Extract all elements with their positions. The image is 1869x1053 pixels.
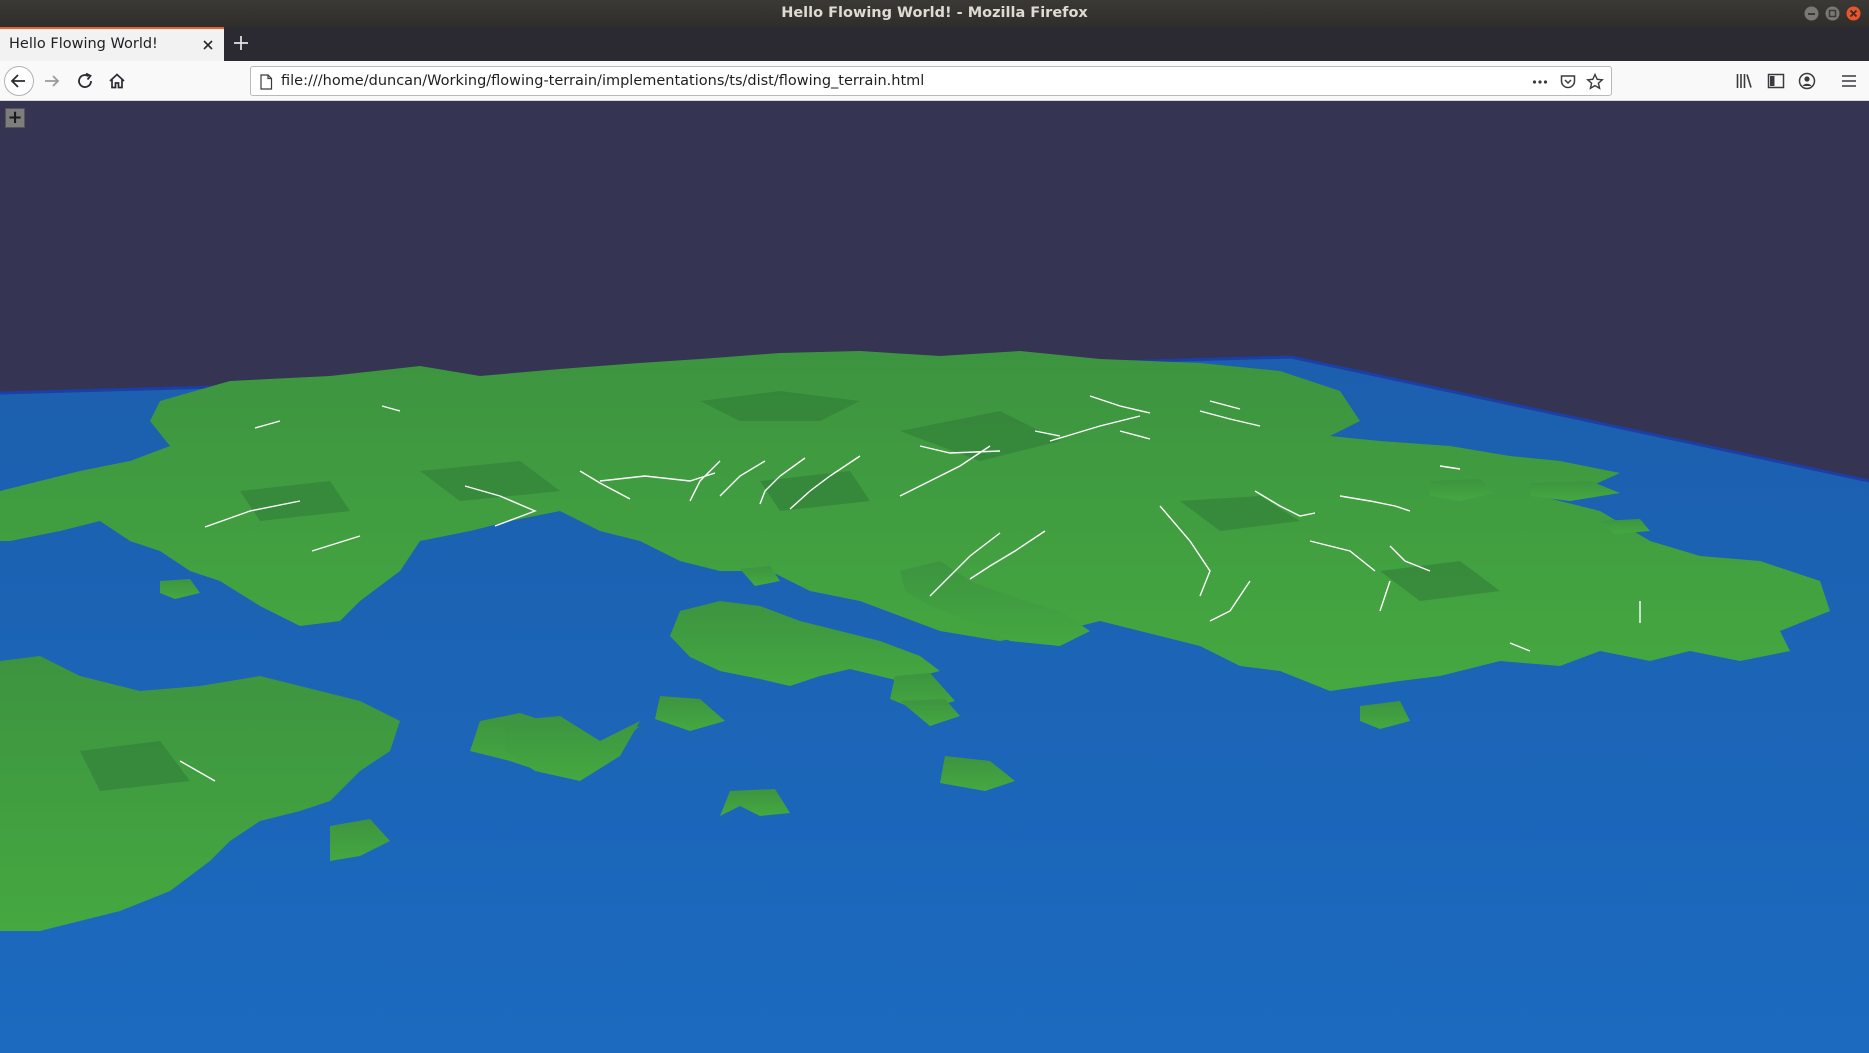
account-icon[interactable] — [1798, 72, 1816, 90]
back-button[interactable] — [4, 66, 34, 96]
gui-toggle-button[interactable]: + — [5, 108, 25, 128]
bookmark-star-icon[interactable] — [1586, 73, 1604, 91]
page-icon — [260, 74, 273, 90]
back-icon — [10, 74, 25, 88]
menu-icon[interactable] — [1840, 72, 1858, 90]
more-icon[interactable] — [1531, 73, 1549, 91]
window-title: Hello Flowing World! - Mozilla Firefox — [781, 5, 1088, 21]
forward-icon — [45, 75, 60, 87]
navigation-toolbar: file:///home/duncan/Working/flowing-terr… — [0, 61, 1869, 101]
home-icon — [109, 73, 125, 89]
home-button[interactable] — [105, 69, 129, 93]
minimize-icon[interactable] — [1804, 6, 1819, 21]
sidebar-icon[interactable] — [1767, 72, 1785, 90]
new-tab-plus-icon[interactable] — [232, 34, 250, 52]
tab-label: Hello Flowing World! — [9, 36, 158, 52]
terrain-scene[interactable] — [0, 101, 1869, 1053]
tab-hello-flowing-world[interactable]: Hello Flowing World! — [0, 27, 224, 61]
close-icon[interactable] — [1846, 6, 1861, 21]
page-content: + — [0, 101, 1869, 1053]
reload-button[interactable] — [73, 69, 97, 93]
library-icon[interactable] — [1735, 72, 1753, 90]
pocket-icon[interactable] — [1559, 73, 1577, 91]
reload-icon — [78, 72, 92, 88]
url-bar[interactable]: file:///home/duncan/Working/flowing-terr… — [250, 66, 1612, 96]
maximize-icon[interactable] — [1825, 6, 1840, 21]
url-text[interactable]: file:///home/duncan/Working/flowing-terr… — [281, 73, 924, 89]
forward-button[interactable] — [40, 69, 64, 93]
tab-strip: Hello Flowing World! — [0, 27, 1869, 61]
window-titlebar: Hello Flowing World! - Mozilla Firefox — [0, 0, 1869, 27]
tab-close-icon[interactable] — [201, 38, 215, 52]
